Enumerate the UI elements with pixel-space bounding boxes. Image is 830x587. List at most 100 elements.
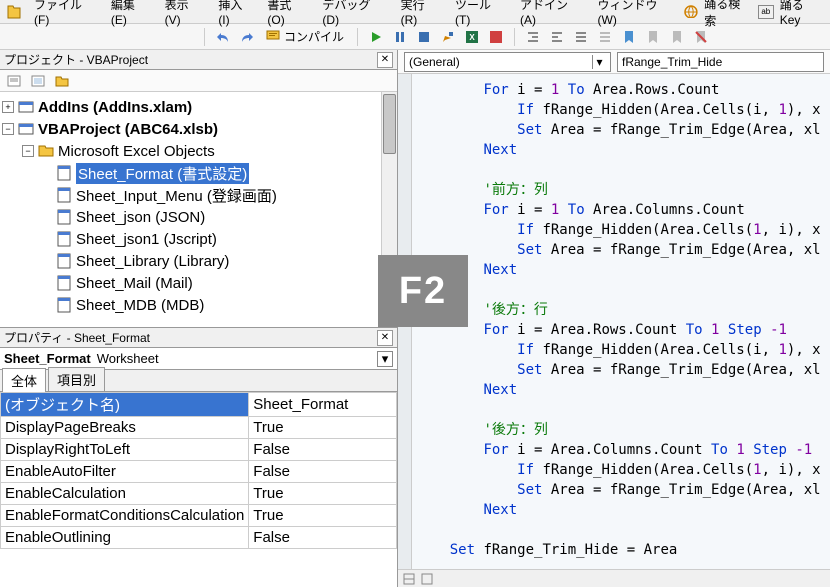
- sheet-icon: [56, 187, 72, 203]
- property-row[interactable]: DisplayPageBreaksTrue: [1, 417, 397, 439]
- property-value[interactable]: Sheet_Format: [249, 393, 397, 417]
- close-icon[interactable]: ✕: [377, 330, 393, 346]
- property-row[interactable]: EnableOutliningFalse: [1, 527, 397, 549]
- proc-view-button[interactable]: [402, 572, 416, 586]
- compile-button[interactable]: コンパイル: [261, 27, 349, 47]
- property-name: EnableOutlining: [1, 527, 249, 549]
- tree-node-sheet-json[interactable]: Sheet_json (JSON): [2, 206, 395, 228]
- odoru-search[interactable]: 踊る検索: [704, 0, 752, 29]
- property-row[interactable]: EnableFormatConditionsCalculationTrue: [1, 505, 397, 527]
- tree-node-addins[interactable]: +AddIns (AddIns.xlam): [2, 96, 395, 118]
- vba-button[interactable]: [486, 27, 506, 47]
- scrollbar-thumb[interactable]: [383, 94, 396, 154]
- svg-text:X: X: [469, 33, 475, 42]
- folder-toggle-button[interactable]: [52, 71, 72, 91]
- tab-categorized[interactable]: 項目別: [48, 367, 105, 391]
- expand-icon[interactable]: +: [2, 101, 14, 113]
- property-row[interactable]: DisplayRightToLeftFalse: [1, 439, 397, 461]
- ab-icon: ab: [758, 5, 774, 19]
- sheet-icon: [56, 275, 72, 291]
- property-value[interactable]: False: [249, 439, 397, 461]
- property-name: EnableAutoFilter: [1, 461, 249, 483]
- property-value[interactable]: True: [249, 483, 397, 505]
- sheet-icon: [56, 231, 72, 247]
- property-row[interactable]: (オブジェクト名)Sheet_Format: [1, 393, 397, 417]
- collapse-icon[interactable]: −: [22, 145, 34, 157]
- separator: [514, 28, 515, 46]
- comment-button[interactable]: [571, 27, 591, 47]
- property-name: (オブジェクト名): [1, 393, 249, 417]
- next-bookmark-button[interactable]: [643, 27, 663, 47]
- code-dropdown-bar: (General) ▾ fRange_Trim_Hide: [398, 50, 830, 74]
- project-toolbar: [0, 70, 397, 92]
- prev-bookmark-button[interactable]: [667, 27, 687, 47]
- undo-button[interactable]: [213, 27, 233, 47]
- collapse-icon[interactable]: −: [2, 123, 14, 135]
- menu-view[interactable]: 表示(V): [159, 0, 211, 29]
- tree-node-excel-objects[interactable]: −Microsoft Excel Objects: [2, 140, 395, 162]
- project-icon: [18, 99, 34, 115]
- tree-node-sheet-format[interactable]: Sheet_Format (書式設定): [2, 162, 395, 184]
- stop-button[interactable]: [414, 27, 434, 47]
- excel-button[interactable]: X: [462, 27, 482, 47]
- design-mode-button[interactable]: [438, 27, 458, 47]
- properties-tabs: 全体 項目別: [0, 370, 397, 392]
- tree-node-sheet-input-menu[interactable]: Sheet_Input_Menu (登録画面): [2, 184, 395, 206]
- clear-bookmark-button[interactable]: [691, 27, 711, 47]
- tree-node-sheet-mail[interactable]: Sheet_Mail (Mail): [2, 272, 395, 294]
- object-combo-value: (General): [409, 55, 460, 69]
- property-name: DisplayRightToLeft: [1, 439, 249, 461]
- property-value[interactable]: True: [249, 505, 397, 527]
- menu-window[interactable]: ウィンドウ(W): [592, 0, 683, 29]
- tree-node-sheet-library[interactable]: Sheet_Library (Library): [2, 250, 395, 272]
- properties-title-text: プロパティ - Sheet_Format: [4, 329, 150, 346]
- odoru-key[interactable]: 踊るKey: [780, 0, 824, 27]
- separator: [204, 28, 205, 46]
- pause-button[interactable]: [390, 27, 410, 47]
- property-name: EnableCalculation: [1, 483, 249, 505]
- property-value[interactable]: True: [249, 417, 397, 439]
- tab-all[interactable]: 全体: [2, 368, 46, 392]
- property-value[interactable]: False: [249, 461, 397, 483]
- compile-icon: [266, 28, 280, 45]
- property-row[interactable]: EnableAutoFilterFalse: [1, 461, 397, 483]
- property-value[interactable]: False: [249, 527, 397, 549]
- indent-left-button[interactable]: [523, 27, 543, 47]
- sheet-icon: [56, 253, 72, 269]
- redo-button[interactable]: [237, 27, 257, 47]
- uncomment-button[interactable]: [595, 27, 615, 47]
- menu-debug[interactable]: デバッグ(D): [316, 0, 392, 29]
- tree-node-sheet-json1[interactable]: Sheet_json1 (Jscript): [2, 228, 395, 250]
- procedure-combo[interactable]: fRange_Trim_Hide: [617, 52, 824, 72]
- properties-grid[interactable]: (オブジェクト名)Sheet_FormatDisplayPageBreaksTr…: [0, 392, 397, 587]
- f2-overlay: F2: [378, 255, 468, 327]
- object-name: Sheet_Format: [4, 351, 91, 366]
- close-icon[interactable]: ✕: [377, 52, 393, 68]
- indent-right-button[interactable]: [547, 27, 567, 47]
- sheet-icon: [56, 165, 72, 181]
- menu-edit[interactable]: 編集(E): [105, 0, 157, 29]
- project-panel-title-text: プロジェクト - VBAProject: [4, 51, 148, 68]
- code-footer: [398, 569, 830, 587]
- compile-label: コンパイル: [284, 28, 344, 45]
- object-combo[interactable]: (General) ▾: [404, 52, 611, 72]
- menu-tools[interactable]: ツール(T): [449, 0, 512, 29]
- properties-panel-title: プロパティ - Sheet_Format ✕: [0, 328, 397, 348]
- project-tree[interactable]: +AddIns (AddIns.xlam) −VBAProject (ABC64…: [0, 92, 397, 327]
- menu-format[interactable]: 書式(O): [261, 0, 314, 29]
- view-code-button[interactable]: [4, 71, 24, 91]
- menu-addin[interactable]: アドイン(A): [514, 0, 590, 29]
- bookmark-button[interactable]: [619, 27, 639, 47]
- project-panel-title: プロジェクト - VBAProject ✕: [0, 50, 397, 70]
- chevron-down-icon[interactable]: ▾: [377, 351, 393, 367]
- run-button[interactable]: [366, 27, 386, 47]
- menu-run[interactable]: 実行(R): [395, 0, 447, 29]
- tree-node-sheet-mdb[interactable]: Sheet_MDB (MDB): [2, 294, 395, 316]
- menu-insert[interactable]: 挿入(I): [212, 0, 259, 29]
- menu-file[interactable]: ファイル(F): [28, 0, 103, 29]
- view-object-button[interactable]: [28, 71, 48, 91]
- chevron-down-icon[interactable]: ▾: [592, 55, 606, 69]
- property-row[interactable]: EnableCalculationTrue: [1, 483, 397, 505]
- full-view-button[interactable]: [420, 572, 434, 586]
- tree-node-vbaproject[interactable]: −VBAProject (ABC64.xlsb): [2, 118, 395, 140]
